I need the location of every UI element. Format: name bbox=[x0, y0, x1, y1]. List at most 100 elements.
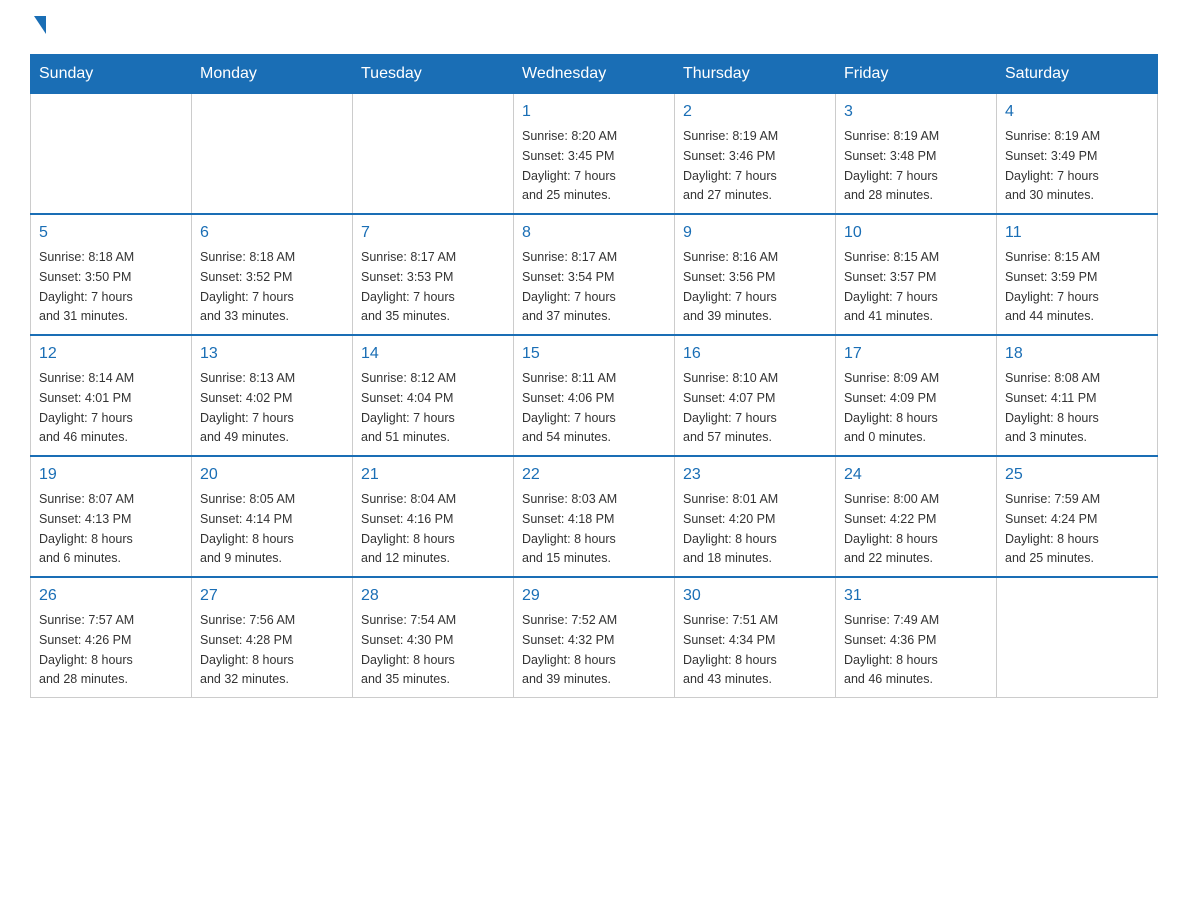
day-info: Sunrise: 7:56 AM Sunset: 4:28 PM Dayligh… bbox=[200, 613, 295, 686]
day-number: 20 bbox=[200, 463, 344, 487]
day-number: 26 bbox=[39, 584, 183, 608]
calendar-cell bbox=[353, 94, 514, 215]
day-number: 12 bbox=[39, 342, 183, 366]
day-info: Sunrise: 8:18 AM Sunset: 3:52 PM Dayligh… bbox=[200, 250, 295, 323]
calendar-cell: 29 Sunrise: 7:52 AM Sunset: 4:32 PM Dayli… bbox=[514, 577, 675, 698]
day-info: Sunrise: 8:09 AM Sunset: 4:09 PM Dayligh… bbox=[844, 371, 939, 444]
day-info: Sunrise: 8:17 AM Sunset: 3:53 PM Dayligh… bbox=[361, 250, 456, 323]
calendar-cell: 28 Sunrise: 7:54 AM Sunset: 4:30 PM Dayli… bbox=[353, 577, 514, 698]
day-number: 18 bbox=[1005, 342, 1149, 366]
week-row-5: 26 Sunrise: 7:57 AM Sunset: 4:26 PM Dayli… bbox=[31, 577, 1158, 698]
day-number: 9 bbox=[683, 221, 827, 245]
page-header bbox=[30, 20, 1158, 34]
day-info: Sunrise: 8:17 AM Sunset: 3:54 PM Dayligh… bbox=[522, 250, 617, 323]
day-info: Sunrise: 7:51 AM Sunset: 4:34 PM Dayligh… bbox=[683, 613, 778, 686]
day-info: Sunrise: 8:04 AM Sunset: 4:16 PM Dayligh… bbox=[361, 492, 456, 565]
day-number: 11 bbox=[1005, 221, 1149, 245]
weekday-header-saturday: Saturday bbox=[997, 55, 1158, 94]
day-number: 16 bbox=[683, 342, 827, 366]
calendar-cell: 17 Sunrise: 8:09 AM Sunset: 4:09 PM Dayli… bbox=[836, 335, 997, 456]
day-info: Sunrise: 8:05 AM Sunset: 4:14 PM Dayligh… bbox=[200, 492, 295, 565]
calendar-cell bbox=[192, 94, 353, 215]
day-info: Sunrise: 8:11 AM Sunset: 4:06 PM Dayligh… bbox=[522, 371, 616, 444]
calendar-cell: 27 Sunrise: 7:56 AM Sunset: 4:28 PM Dayli… bbox=[192, 577, 353, 698]
day-number: 7 bbox=[361, 221, 505, 245]
weekday-header-monday: Monday bbox=[192, 55, 353, 94]
day-number: 19 bbox=[39, 463, 183, 487]
day-info: Sunrise: 8:20 AM Sunset: 3:45 PM Dayligh… bbox=[522, 129, 617, 202]
calendar-cell: 25 Sunrise: 7:59 AM Sunset: 4:24 PM Dayli… bbox=[997, 456, 1158, 577]
calendar-cell: 19 Sunrise: 8:07 AM Sunset: 4:13 PM Dayli… bbox=[31, 456, 192, 577]
day-number: 10 bbox=[844, 221, 988, 245]
day-info: Sunrise: 8:10 AM Sunset: 4:07 PM Dayligh… bbox=[683, 371, 778, 444]
day-number: 29 bbox=[522, 584, 666, 608]
calendar-cell: 6 Sunrise: 8:18 AM Sunset: 3:52 PM Daylig… bbox=[192, 214, 353, 335]
day-number: 27 bbox=[200, 584, 344, 608]
weekday-header-tuesday: Tuesday bbox=[353, 55, 514, 94]
day-number: 23 bbox=[683, 463, 827, 487]
calendar-cell: 5 Sunrise: 8:18 AM Sunset: 3:50 PM Daylig… bbox=[31, 214, 192, 335]
calendar-cell: 26 Sunrise: 7:57 AM Sunset: 4:26 PM Dayli… bbox=[31, 577, 192, 698]
calendar-cell: 20 Sunrise: 8:05 AM Sunset: 4:14 PM Dayli… bbox=[192, 456, 353, 577]
calendar-cell bbox=[31, 94, 192, 215]
calendar-cell: 4 Sunrise: 8:19 AM Sunset: 3:49 PM Daylig… bbox=[997, 94, 1158, 215]
weekday-header-friday: Friday bbox=[836, 55, 997, 94]
day-number: 24 bbox=[844, 463, 988, 487]
day-info: Sunrise: 8:18 AM Sunset: 3:50 PM Dayligh… bbox=[39, 250, 134, 323]
calendar-cell: 16 Sunrise: 8:10 AM Sunset: 4:07 PM Dayli… bbox=[675, 335, 836, 456]
day-number: 31 bbox=[844, 584, 988, 608]
day-number: 17 bbox=[844, 342, 988, 366]
day-number: 5 bbox=[39, 221, 183, 245]
day-number: 2 bbox=[683, 100, 827, 124]
calendar-cell: 31Sunrise: 7:49 AM Sunset: 4:36 PM Dayli… bbox=[836, 577, 997, 698]
day-number: 30 bbox=[683, 584, 827, 608]
logo bbox=[30, 20, 46, 34]
day-number: 4 bbox=[1005, 100, 1149, 124]
calendar-cell: 24 Sunrise: 8:00 AM Sunset: 4:22 PM Dayli… bbox=[836, 456, 997, 577]
day-number: 3 bbox=[844, 100, 988, 124]
calendar-cell: 1 Sunrise: 8:20 AM Sunset: 3:45 PM Daylig… bbox=[514, 94, 675, 215]
day-number: 22 bbox=[522, 463, 666, 487]
calendar-cell: 3 Sunrise: 8:19 AM Sunset: 3:48 PM Daylig… bbox=[836, 94, 997, 215]
day-number: 6 bbox=[200, 221, 344, 245]
calendar-cell: 11Sunrise: 8:15 AM Sunset: 3:59 PM Dayli… bbox=[997, 214, 1158, 335]
day-info: Sunrise: 8:19 AM Sunset: 3:46 PM Dayligh… bbox=[683, 129, 778, 202]
weekday-header-wednesday: Wednesday bbox=[514, 55, 675, 94]
calendar-cell: 30 Sunrise: 7:51 AM Sunset: 4:34 PM Dayli… bbox=[675, 577, 836, 698]
day-info: Sunrise: 8:08 AM Sunset: 4:11 PM Dayligh… bbox=[1005, 371, 1100, 444]
calendar-cell: 2 Sunrise: 8:19 AM Sunset: 3:46 PM Daylig… bbox=[675, 94, 836, 215]
calendar-cell: 8 Sunrise: 8:17 AM Sunset: 3:54 PM Daylig… bbox=[514, 214, 675, 335]
calendar-cell: 10 Sunrise: 8:15 AM Sunset: 3:57 PM Dayli… bbox=[836, 214, 997, 335]
calendar-cell: 12 Sunrise: 8:14 AM Sunset: 4:01 PM Dayli… bbox=[31, 335, 192, 456]
day-info: Sunrise: 7:59 AM Sunset: 4:24 PM Dayligh… bbox=[1005, 492, 1100, 565]
calendar-table: SundayMondayTuesdayWednesdayThursdayFrid… bbox=[30, 54, 1158, 698]
calendar-cell: 14Sunrise: 8:12 AM Sunset: 4:04 PM Dayli… bbox=[353, 335, 514, 456]
calendar-cell: 23Sunrise: 8:01 AM Sunset: 4:20 PM Dayli… bbox=[675, 456, 836, 577]
day-number: 8 bbox=[522, 221, 666, 245]
day-info: Sunrise: 7:52 AM Sunset: 4:32 PM Dayligh… bbox=[522, 613, 617, 686]
day-info: Sunrise: 8:14 AM Sunset: 4:01 PM Dayligh… bbox=[39, 371, 134, 444]
weekday-header-row: SundayMondayTuesdayWednesdayThursdayFrid… bbox=[31, 55, 1158, 94]
calendar-cell: 18 Sunrise: 8:08 AM Sunset: 4:11 PM Dayli… bbox=[997, 335, 1158, 456]
week-row-2: 5 Sunrise: 8:18 AM Sunset: 3:50 PM Daylig… bbox=[31, 214, 1158, 335]
calendar-cell: 7 Sunrise: 8:17 AM Sunset: 3:53 PM Daylig… bbox=[353, 214, 514, 335]
day-info: Sunrise: 8:19 AM Sunset: 3:48 PM Dayligh… bbox=[844, 129, 939, 202]
day-number: 1 bbox=[522, 100, 666, 124]
day-info: Sunrise: 8:16 AM Sunset: 3:56 PM Dayligh… bbox=[683, 250, 778, 323]
calendar-cell: 15 Sunrise: 8:11 AM Sunset: 4:06 PM Dayli… bbox=[514, 335, 675, 456]
logo-triangle-icon bbox=[34, 16, 46, 34]
week-row-3: 12 Sunrise: 8:14 AM Sunset: 4:01 PM Dayli… bbox=[31, 335, 1158, 456]
calendar-cell: 13Sunrise: 8:13 AM Sunset: 4:02 PM Dayli… bbox=[192, 335, 353, 456]
day-info: Sunrise: 8:19 AM Sunset: 3:49 PM Dayligh… bbox=[1005, 129, 1100, 202]
day-info: Sunrise: 8:12 AM Sunset: 4:04 PM Dayligh… bbox=[361, 371, 456, 444]
day-info: Sunrise: 8:15 AM Sunset: 3:57 PM Dayligh… bbox=[844, 250, 939, 323]
day-number: 28 bbox=[361, 584, 505, 608]
day-number: 21 bbox=[361, 463, 505, 487]
calendar-cell: 21 Sunrise: 8:04 AM Sunset: 4:16 PM Dayli… bbox=[353, 456, 514, 577]
day-number: 25 bbox=[1005, 463, 1149, 487]
day-info: Sunrise: 8:07 AM Sunset: 4:13 PM Dayligh… bbox=[39, 492, 134, 565]
day-info: Sunrise: 8:00 AM Sunset: 4:22 PM Dayligh… bbox=[844, 492, 939, 565]
day-info: Sunrise: 7:57 AM Sunset: 4:26 PM Dayligh… bbox=[39, 613, 134, 686]
day-info: Sunrise: 7:54 AM Sunset: 4:30 PM Dayligh… bbox=[361, 613, 456, 686]
day-number: 15 bbox=[522, 342, 666, 366]
